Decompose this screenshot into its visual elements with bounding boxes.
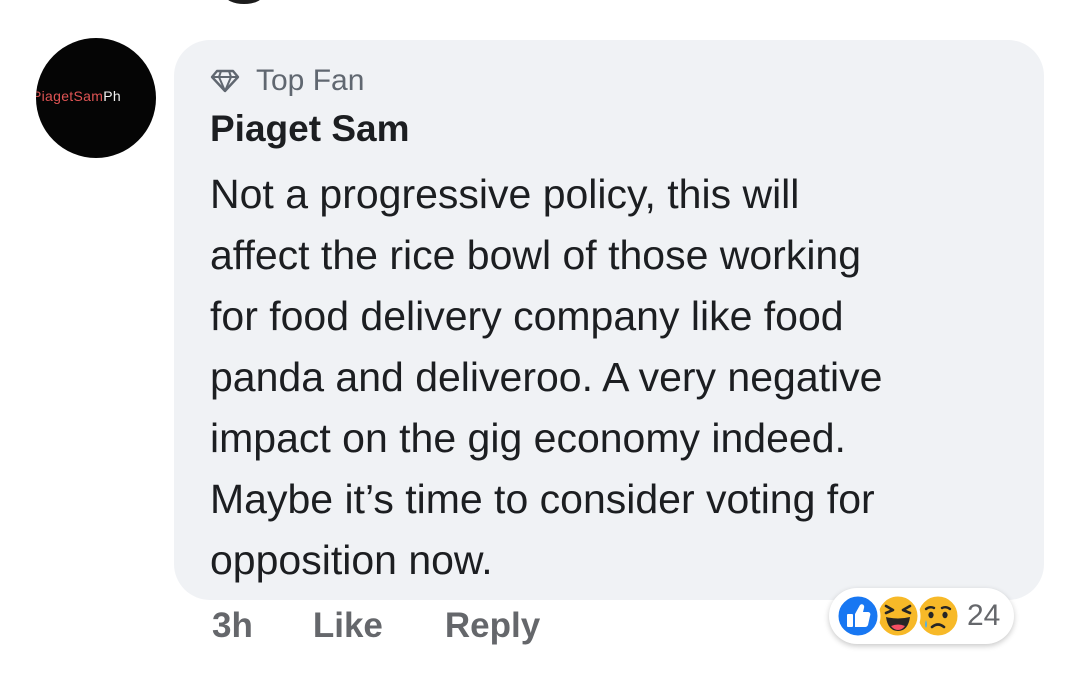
comment-text: Not a progressive policy, this will affe…: [210, 171, 883, 583]
previous-avatar-edge: [225, 0, 263, 4]
avatar[interactable]: PiagetSamPh: [36, 38, 156, 158]
diamond-icon: [210, 69, 240, 93]
like-icon: [835, 593, 881, 639]
avatar-image-text: PiagetSamPh: [36, 88, 121, 104]
timestamp[interactable]: 3h: [212, 606, 253, 646]
comment-author[interactable]: Piaget Sam: [210, 108, 409, 150]
reaction-count: 24: [967, 599, 1001, 632]
sad-icon: [915, 593, 961, 639]
comment-view: PiagetSamPh Top Fan Piaget Sam Not a pro…: [0, 0, 1071, 676]
haha-icon: [875, 593, 921, 639]
like-button[interactable]: Like: [313, 606, 383, 646]
reactions-summary[interactable]: 24: [829, 588, 1015, 644]
comment-bubble: Top Fan Piaget Sam Not a progressive pol…: [174, 40, 1044, 600]
badge-label: Top Fan: [256, 64, 365, 97]
reply-button[interactable]: Reply: [445, 606, 540, 646]
top-fan-badge: Top Fan: [210, 64, 364, 98]
comment-actions: 3h Like Reply: [212, 606, 602, 646]
